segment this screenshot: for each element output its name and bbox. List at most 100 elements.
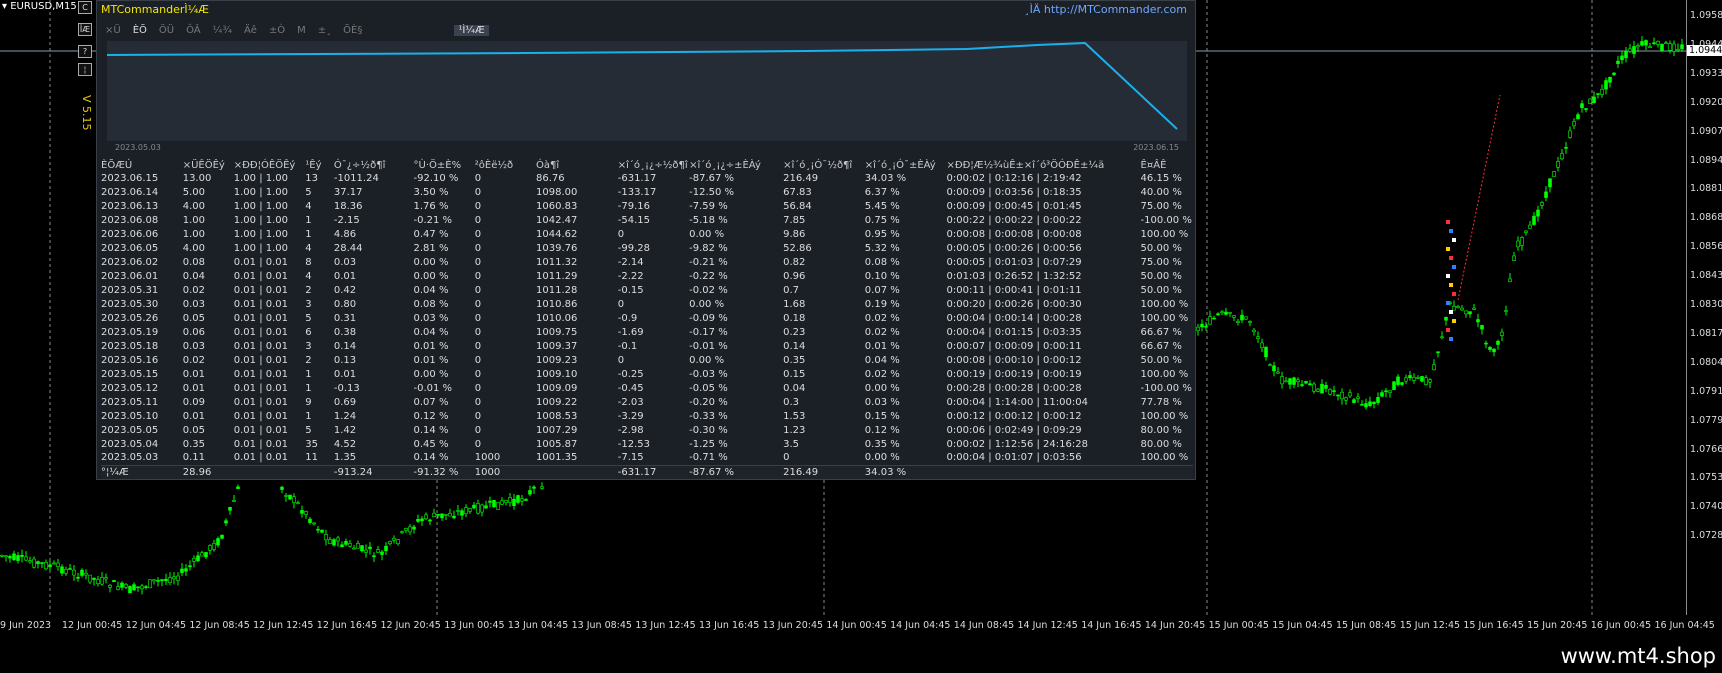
candle-body	[1280, 376, 1284, 385]
table-cell: 5	[305, 186, 312, 198]
column-header[interactable]: ×î´ó¸¡¿÷½ð¶î	[618, 159, 689, 171]
toolbar-tab-8[interactable]: ±¸	[318, 25, 331, 36]
table-cell: 1000	[474, 464, 537, 479]
table-cell: 0.02	[182, 284, 205, 296]
dropdown-icon[interactable]: ▾	[2, 1, 7, 12]
candle-body	[1356, 396, 1360, 399]
candle-body	[1196, 326, 1200, 332]
price-label: 1.08685	[1690, 212, 1722, 224]
candle-body	[372, 555, 376, 558]
column-header[interactable]: Ó¯¿÷½ð¶î	[334, 159, 414, 171]
candle-body	[300, 510, 304, 514]
website-link[interactable]: ¸ÌÄ http://MTCommander.com	[1024, 3, 1187, 16]
table-cell: 1011.29	[536, 270, 578, 282]
table-cell: 0.01 | 0.01	[233, 410, 289, 422]
table-cell: -0.30 %	[689, 424, 728, 436]
candle-body	[456, 510, 460, 512]
candle-body	[1600, 88, 1604, 95]
toolbar-tab-4[interactable]: ¼¾	[213, 25, 232, 36]
toolbar-tab-10[interactable]: ¹Ì¼Æ	[454, 25, 489, 36]
candle-body	[516, 495, 520, 503]
table-cell: 0:00:08 | 0:00:10 | 0:00:12	[946, 354, 1082, 366]
table-cell: 0.01 | 0.01	[233, 270, 289, 282]
column-header[interactable]: ²ôÈë½ð	[475, 159, 536, 171]
column-header[interactable]: ×ÐÐ¦Æ½¾ùÊ±×î´ó³ÖÓÐÊ±¼ä	[947, 159, 1141, 171]
price-label: 1.07660	[1690, 443, 1722, 455]
table-cell: 2023.05.05	[101, 424, 159, 436]
candle-body	[1436, 351, 1440, 354]
time-label: 13 Jun 00:45	[444, 620, 505, 631]
column-header[interactable]: ×î´ó¸¡Ó¯½ð¶î	[783, 159, 865, 171]
sidebar-button-1[interactable]: C	[78, 1, 92, 14]
candle-body	[1456, 306, 1460, 308]
time-label: 13 Jun 04:45	[507, 620, 569, 631]
toolbar-tab-2[interactable]: ÖÜ	[159, 25, 174, 36]
candle-body	[164, 578, 168, 582]
sidebar-button-2[interactable]: ÎÆ	[78, 23, 92, 36]
table-cell: 2023.06.06	[101, 228, 159, 240]
column-header[interactable]: °Ù·Ö±È%	[414, 159, 475, 171]
column-header[interactable]: ×î´ó¸¡¿÷±ÈÀý	[689, 159, 783, 171]
table-cell: 0.04 %	[864, 354, 900, 366]
toolbar-tab-7[interactable]: M	[297, 25, 306, 36]
toolbar-tab-3[interactable]: ÔÂ	[186, 25, 201, 36]
price-label: 1.08045	[1690, 356, 1722, 368]
candle-body	[1252, 329, 1256, 333]
time-label: 13 Jun 12:45	[635, 620, 696, 631]
column-header[interactable]: ×î´ó¸¡Ó¯±ÈÀý	[865, 159, 947, 171]
candle-body	[1516, 240, 1520, 248]
time-label: 12 Jun 08:45	[189, 620, 250, 631]
candle-body	[48, 564, 52, 568]
table-cell: 0.02	[182, 354, 205, 366]
trade-line	[1457, 94, 1501, 301]
table-cell: 0.04 %	[413, 284, 449, 296]
table-cell: 3	[305, 340, 312, 352]
candle-body	[28, 560, 32, 563]
table-cell: 52.86	[783, 242, 812, 254]
table-cell: 0:00:12 | 0:00:12 | 0:00:12	[946, 410, 1082, 422]
table-cell: 0.09	[182, 396, 205, 408]
sidebar-button-4[interactable]: ¦	[78, 63, 92, 76]
table-cell: 100.00 %	[1140, 312, 1189, 324]
column-header[interactable]: Ê¤ÂÊ	[1141, 159, 1193, 171]
table-cell: 100.00 %	[1140, 452, 1189, 464]
candle-body	[1388, 390, 1392, 393]
candle-body	[16, 555, 20, 561]
table-cell: -631.17	[617, 172, 657, 184]
toolbar-tab-6[interactable]: ±Ò	[269, 25, 285, 36]
table-cell: 5.45 %	[864, 200, 900, 212]
price-label: 1.08430	[1690, 270, 1722, 282]
candle-body	[1604, 80, 1608, 90]
table-cell: 0:00:20 | 0:00:26 | 0:00:30	[946, 298, 1082, 310]
candle-body	[1548, 178, 1552, 188]
table-cell: 1.00	[182, 228, 205, 240]
candle-body	[1364, 403, 1368, 408]
column-header[interactable]: ×ÜÊÖÊý	[183, 159, 234, 171]
toolbar-tab-5[interactable]: Äê	[244, 25, 257, 36]
table-cell: 4	[305, 242, 312, 254]
candle-body	[64, 568, 68, 574]
toolbar-tab-0[interactable]: ×Ü	[105, 25, 121, 36]
column-header[interactable]: ÈÕÆÚ	[101, 159, 183, 171]
table-cell: 1	[305, 214, 312, 226]
table-cell: 0.00 %	[864, 382, 900, 394]
candle-body	[1324, 385, 1328, 389]
column-header[interactable]: Óà¶î	[536, 159, 618, 171]
candle-body	[1392, 381, 1396, 391]
column-header[interactable]: ×ÐÐ¦ÓÊÖÊý	[234, 159, 305, 171]
candle-body	[1464, 310, 1468, 315]
toolbar-tab-9[interactable]: ÕÈ§	[343, 25, 362, 36]
table-cell: 1.35	[333, 452, 357, 464]
table-cell: 0:00:09 | 0:03:56 | 0:18:35	[946, 186, 1082, 198]
column-header[interactable]: ¹Êý	[305, 159, 334, 171]
candle-body	[1304, 381, 1308, 384]
table-row: 2023.06.02 0.08 0.01 | 0.01 8 0.03 0.00 % 0 101…	[101, 255, 1193, 269]
candle-body	[1308, 383, 1312, 386]
sidebar-button-3[interactable]: ?	[78, 45, 92, 58]
table-cell: -99.28	[617, 242, 650, 254]
price-label: 1.07790	[1690, 414, 1722, 426]
table-cell: -0.01 %	[413, 382, 453, 394]
table-cell: -0.01 %	[689, 340, 728, 352]
table-cell: 4.52	[333, 438, 357, 450]
toolbar-tab-1[interactable]: ÈÕ	[133, 25, 147, 36]
